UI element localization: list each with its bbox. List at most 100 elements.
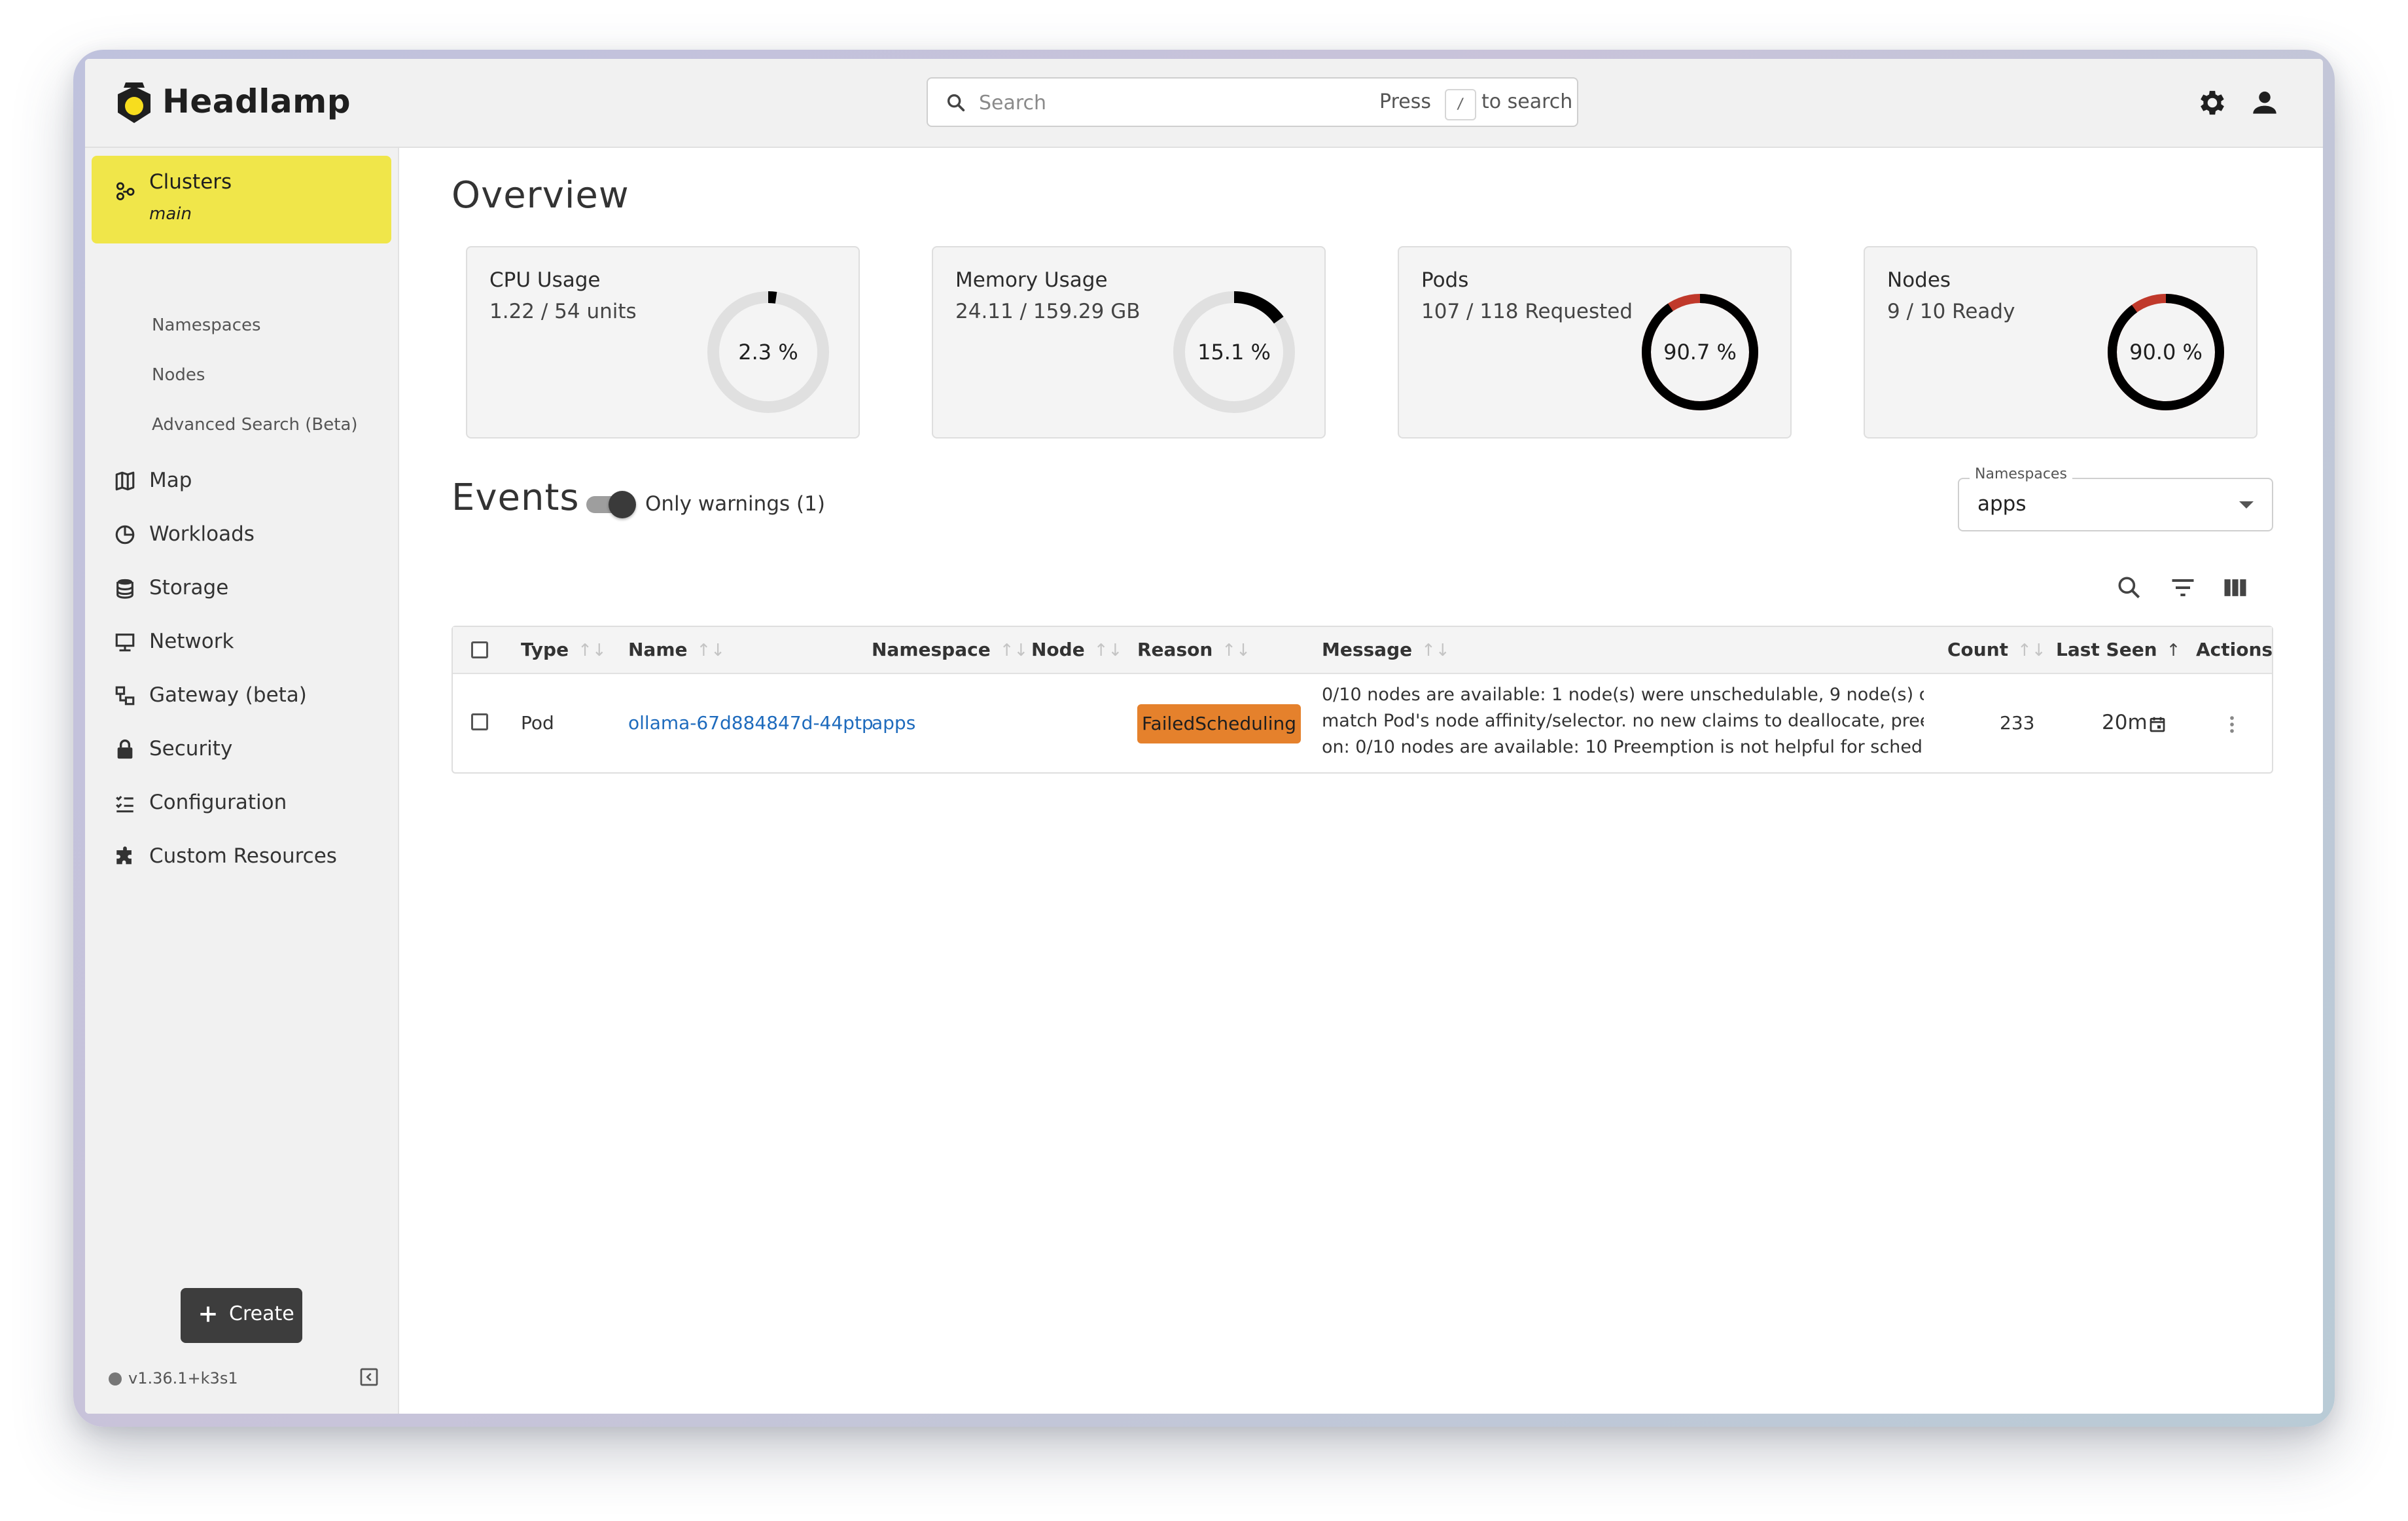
namespace-filter-value: apps (1977, 492, 2027, 516)
configuration-icon (116, 795, 133, 813)
sidebar-item-label: Clusters (149, 170, 232, 194)
sort-icon: ↑↓ (696, 641, 726, 660)
table-search-icon[interactable] (2115, 573, 2144, 602)
lock-icon (117, 739, 133, 759)
search-icon (947, 94, 965, 112)
puzzle-icon (116, 846, 132, 865)
sort-icon: ↑↓ (578, 641, 607, 660)
sidebar-item-gateway[interactable]: Gateway (beta) (85, 673, 398, 719)
search-placeholder: Search (979, 92, 1047, 115)
sidebar-item-clusters[interactable]: Clusters main (92, 156, 391, 243)
toggle-knob (609, 491, 636, 518)
column-header-actions: Actions (2196, 639, 2273, 660)
network-icon (115, 634, 135, 652)
map-icon (115, 471, 135, 491)
global-search[interactable]: Search Press / to search (927, 77, 1578, 127)
sidebar-item-network[interactable]: Network (85, 619, 398, 665)
sort-icon: ↑↓ (2017, 641, 2046, 660)
search-shortcut-key: / (1445, 89, 1476, 120)
calendar-icon[interactable] (2148, 715, 2167, 734)
column-label: Reason (1137, 639, 1213, 660)
column-header-reason[interactable]: Reason ↑↓ (1137, 639, 1250, 660)
nodes-card: Nodes 9 / 10 Ready 90.0 % (1864, 246, 2258, 438)
sidebar-item-storage[interactable]: Storage (85, 565, 398, 611)
event-message: 0/10 nodes are available: 1 node(s) were… (1322, 682, 1924, 760)
filter-icon[interactable] (2169, 573, 2197, 602)
column-label: Count (1947, 639, 2009, 660)
sidebar-item-label: Custom Resources (149, 844, 337, 868)
column-label: Name (628, 639, 688, 660)
settings-gear-icon[interactable] (2196, 86, 2229, 119)
column-header-last-seen[interactable]: Last Seen ↑ (2056, 639, 2180, 660)
cpu-usage-gauge: 2.3 % (707, 291, 829, 413)
column-header-count[interactable]: Count ↑↓ (1947, 639, 2046, 660)
create-button-label: Create (229, 1302, 294, 1325)
gauge-percent-label: 2.3 % (738, 340, 798, 365)
sidebar-item-configuration[interactable]: Configuration (85, 780, 398, 826)
events-table: Type ↑↓ Name ↑↓ Namespace ↑↓ Node ↑↓ Reason ↑… (452, 626, 2273, 774)
event-type: Pod (521, 712, 554, 734)
version-label: v1.36.1+k3s1 (128, 1369, 238, 1387)
app-name[interactable]: Headlamp (162, 79, 351, 124)
only-warnings-toggle[interactable] (586, 491, 636, 518)
sidebar-item-label: Network (149, 630, 234, 653)
sidebar-item-security[interactable]: Security (85, 726, 398, 772)
card-title: CPU Usage (489, 268, 601, 292)
sidebar-item-custom-resources[interactable]: Custom Resources (85, 834, 398, 880)
cpu-usage-card: CPU Usage 1.22 / 54 units 2.3 % (466, 246, 860, 438)
event-namespace-link[interactable]: apps (872, 712, 915, 734)
account-user-icon[interactable] (2248, 86, 2281, 119)
namespace-filter-label: Namespaces (1970, 466, 2072, 482)
storage-icon (116, 579, 133, 599)
search-hint-press: Press (1379, 90, 1431, 113)
sort-icon: ↑↓ (999, 641, 1029, 660)
event-object-link[interactable]: ollama-67d884847d-44ptp (628, 712, 874, 734)
card-title: Memory Usage (955, 268, 1108, 292)
headlamp-logo-icon[interactable] (114, 80, 154, 127)
memory-usage-card: Memory Usage 24.11 / 159.29 GB 15.1 % (932, 246, 1326, 438)
column-label: Last Seen (2056, 639, 2157, 660)
sidebar-item-workloads[interactable]: Workloads (85, 512, 398, 558)
sidebar-subitem-advanced-search[interactable]: Advanced Search (Beta) (152, 415, 358, 435)
column-header-message[interactable]: Message ↑↓ (1322, 639, 1450, 660)
card-value: 9 / 10 Ready (1887, 300, 2015, 323)
event-count: 233 (2000, 712, 2035, 734)
select-all-checkbox[interactable] (471, 641, 488, 658)
sidebar-subitem-nodes[interactable]: Nodes (152, 365, 205, 385)
column-label: Node (1031, 639, 1085, 660)
message-line: match Pod's node affinity/selector. no n… (1322, 711, 1924, 731)
search-hint-suffix: to search (1481, 90, 1573, 113)
column-label: Message (1322, 639, 1413, 660)
cluster-status-icon (109, 1372, 122, 1386)
message-line: on: 0/10 nodes are available: 10 Preempt… (1322, 737, 1924, 757)
sidebar-item-label: Security (149, 737, 233, 760)
pods-card: Pods 107 / 118 Requested 90.7 % (1398, 246, 1792, 438)
sort-icon: ↑↓ (1222, 641, 1250, 660)
sort-icon: ↑↓ (1093, 641, 1123, 660)
column-header-name[interactable]: Name ↑↓ (628, 639, 725, 660)
nodes-gauge: 90.0 % (2108, 294, 2224, 410)
card-value: 1.22 / 54 units (489, 300, 637, 323)
top-bar: Headlamp Search Press / to search (85, 59, 2323, 148)
event-last-seen: 20m (2102, 711, 2148, 734)
sidebar-subitem-namespaces[interactable]: Namespaces (152, 315, 261, 335)
create-button[interactable]: Create (181, 1288, 302, 1343)
reason-badge: FailedScheduling (1137, 704, 1301, 743)
column-header-namespace[interactable]: Namespace ↑↓ (872, 639, 1028, 660)
column-label: Namespace (872, 639, 991, 660)
column-header-type[interactable]: Type ↑↓ (521, 639, 607, 660)
gauge-percent-label: 15.1 % (1197, 340, 1271, 365)
only-warnings-label[interactable]: Only warnings (1) (645, 492, 825, 516)
version-info: v1.36.1+k3s1 (109, 1369, 238, 1387)
collapse-sidebar-icon[interactable] (359, 1367, 380, 1387)
row-checkbox[interactable] (471, 713, 488, 730)
columns-icon[interactable] (2221, 573, 2250, 602)
sidebar-item-map[interactable]: Map (85, 458, 398, 504)
sidebar-item-label: Configuration (149, 791, 287, 814)
column-header-node[interactable]: Node ↑↓ (1031, 639, 1122, 660)
namespace-filter-select[interactable]: Namespaces apps (1958, 466, 2273, 531)
more-actions-icon[interactable] (2227, 713, 2237, 736)
sidebar-item-label: Map (149, 469, 192, 492)
clusters-icon (116, 182, 135, 201)
gateway-icon (115, 686, 135, 706)
